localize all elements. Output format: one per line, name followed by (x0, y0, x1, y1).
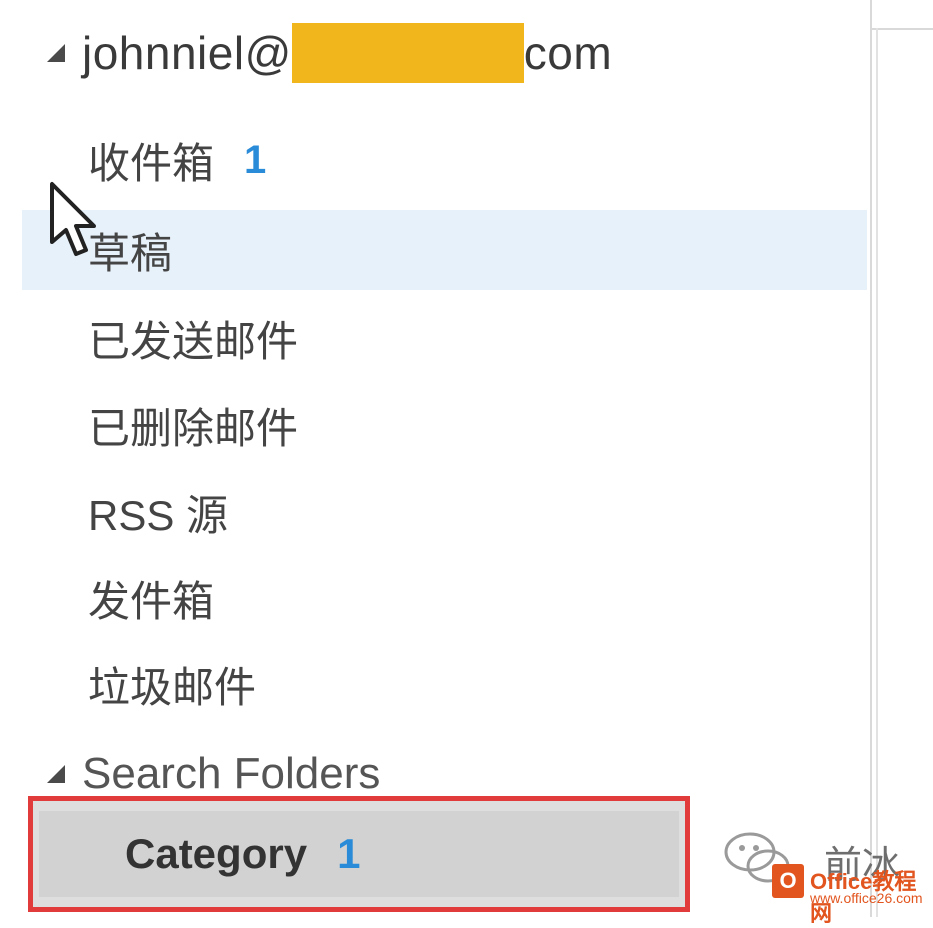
scrollbar-track (876, 28, 878, 917)
redaction-block (291, 23, 524, 83)
search-folders-label: Search Folders (82, 749, 381, 798)
folder-label: RSS 源 (88, 491, 229, 539)
folder-inbox[interactable]: 收件箱 1 (22, 120, 867, 200)
unread-count: 1 (337, 830, 361, 877)
account-email-suffix: com (523, 27, 613, 79)
folder-deleted[interactable]: 已删除邮件 (22, 385, 867, 465)
folder-pane: johnniel@ com 收件箱 1 草稿 已发送邮件 已删除邮件 RSS 源 … (0, 0, 870, 917)
highlight-box: Category 1 (28, 796, 690, 912)
watermark: 前冰 O Office教程网 www.office26.com (722, 820, 927, 926)
office-logo-icon: O (772, 864, 804, 898)
folder-label: 已发送邮件 (88, 317, 299, 365)
folder-junk[interactable]: 垃圾邮件 (22, 644, 867, 724)
account-email: johnniel@ com (82, 23, 612, 83)
account-email-prefix: johnniel@ (82, 27, 292, 79)
folder-label: 发件箱 (88, 577, 215, 625)
watermark-url: www.office26.com (810, 890, 923, 906)
search-folder-category[interactable]: Category 1 (39, 811, 679, 897)
folder-drafts[interactable]: 草稿 (22, 210, 867, 290)
folder-outbox[interactable]: 发件箱 (22, 558, 867, 638)
unread-count: 1 (244, 137, 267, 182)
scrollbar[interactable] (870, 0, 933, 917)
scrollbar-top-edge (872, 0, 933, 30)
mouse-cursor-icon (50, 182, 96, 256)
collapse-arrow-icon[interactable] (44, 41, 68, 65)
folder-rss[interactable]: RSS 源 (22, 472, 867, 552)
folder-label: Category (125, 830, 308, 877)
account-header[interactable]: johnniel@ com (44, 18, 612, 88)
folder-label: 已删除邮件 (88, 404, 299, 452)
collapse-arrow-icon[interactable] (44, 762, 68, 786)
folder-sent[interactable]: 已发送邮件 (22, 298, 867, 378)
folder-label: 垃圾邮件 (88, 663, 257, 711)
